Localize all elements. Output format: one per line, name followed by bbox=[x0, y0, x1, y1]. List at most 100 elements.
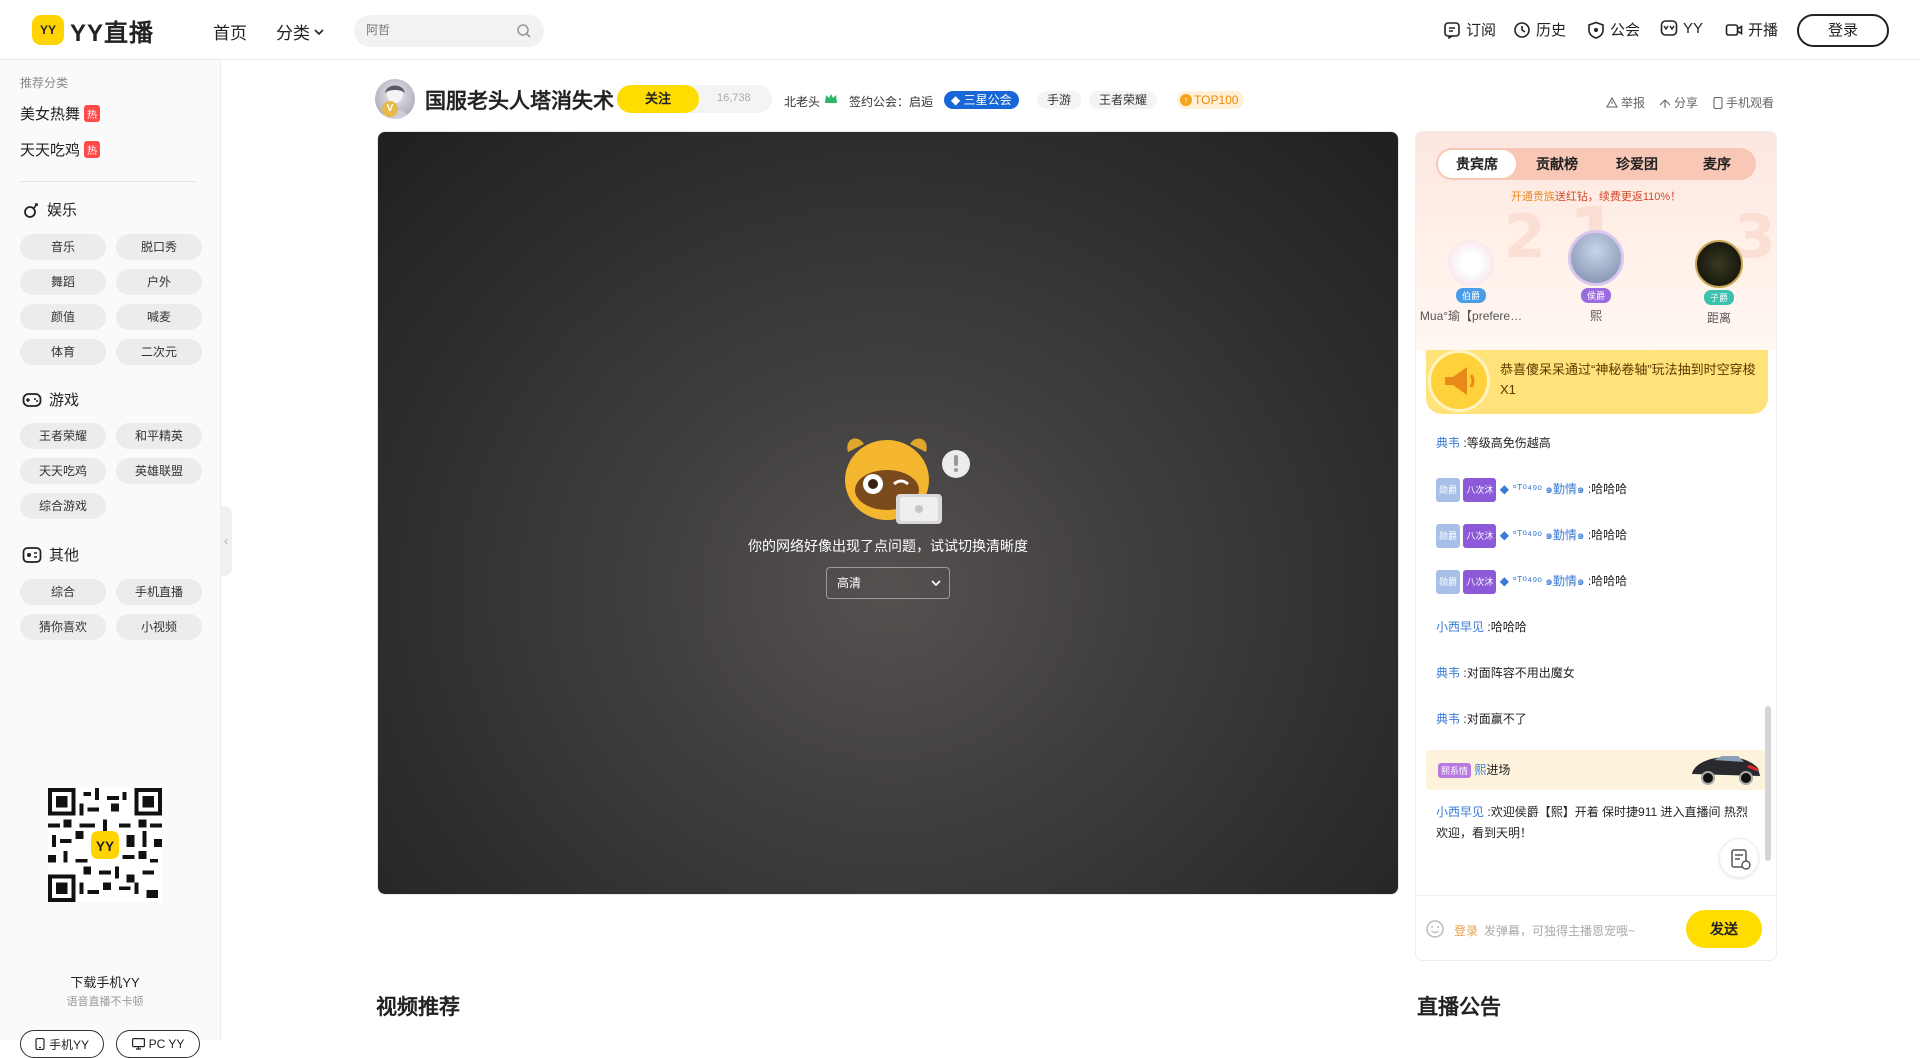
chat-input-placeholder[interactable]: 发弹幕，可独得主播恩宠哦~ bbox=[1484, 922, 1635, 939]
chat-nickname[interactable]: 小西早见 bbox=[1436, 620, 1484, 634]
tab-contribution[interactable]: 贡献榜 bbox=[1518, 148, 1596, 180]
category-chip[interactable]: 颜值 bbox=[20, 304, 106, 330]
category-chip[interactable]: 天天吃鸡 bbox=[20, 458, 106, 484]
search-input[interactable] bbox=[366, 23, 506, 37]
vip-avatar bbox=[1568, 230, 1624, 286]
download-mobile-button[interactable]: 手机YY bbox=[20, 1030, 104, 1058]
category-chip[interactable]: 综合游戏 bbox=[20, 493, 106, 519]
follow-button[interactable]: 关注 bbox=[617, 85, 699, 113]
category-chip[interactable]: 王者荣耀 bbox=[20, 423, 106, 449]
category-chip[interactable]: 二次元 bbox=[116, 339, 202, 365]
video-area[interactable]: 你的网络好像出现了点问题，试试切换清晰度 高清 bbox=[378, 132, 1398, 894]
emoji-icon[interactable] bbox=[1425, 919, 1445, 939]
send-button[interactable]: 发送 bbox=[1686, 910, 1762, 948]
hot-badge: 热 bbox=[84, 141, 101, 158]
category-chip[interactable]: 舞蹈 bbox=[20, 269, 106, 295]
sidebar-hot-item[interactable]: 天天吃鸡 热 bbox=[20, 139, 101, 160]
tab-fan-club[interactable]: 珍爱团 bbox=[1598, 148, 1676, 180]
sidebar-section-title: 其他 bbox=[49, 547, 80, 564]
vip-seat[interactable]: 子爵 距离 bbox=[1664, 240, 1774, 326]
category-chip[interactable]: 综合 bbox=[20, 579, 106, 605]
rank-badge[interactable]: ↑ TOP100 bbox=[1177, 91, 1245, 109]
nav-subscribe[interactable]: 订阅 bbox=[1443, 19, 1496, 40]
room-title: 国服老头人塔消失术 bbox=[425, 90, 614, 113]
enter-nickname[interactable]: 熙 bbox=[1474, 763, 1486, 777]
vip-avatar bbox=[1695, 240, 1743, 288]
category-chip[interactable]: 猜你喜欢 bbox=[20, 614, 106, 640]
share-link[interactable]: 分享 bbox=[1659, 94, 1698, 111]
room-tag[interactable]: 王者荣耀 bbox=[1089, 91, 1158, 109]
category-chip[interactable]: 小视频 bbox=[116, 614, 202, 640]
nav-guild[interactable]: 公会 bbox=[1587, 19, 1640, 40]
nav-yy[interactable]: YY bbox=[1660, 19, 1703, 37]
nav-subscribe-label: 订阅 bbox=[1466, 22, 1497, 39]
filter-icon bbox=[1731, 849, 1751, 870]
mobile-watch-link[interactable]: 手机观看 bbox=[1713, 94, 1774, 111]
chat-nickname[interactable]: 典韦 bbox=[1436, 712, 1460, 726]
sidebar-section-games: 游戏 bbox=[22, 389, 79, 410]
category-chip[interactable]: 和平精英 bbox=[116, 423, 202, 449]
nav-history[interactable]: 历史 bbox=[1513, 19, 1566, 40]
chat-message: 典韦 :对面阵容不用出魔女 bbox=[1436, 666, 1575, 680]
chat-nickname[interactable]: °ᵀ⁰⁴⁹ᵒ ๑勤情๑ bbox=[1512, 482, 1584, 496]
nav-home[interactable]: 首页 bbox=[213, 19, 247, 44]
chat-text: 哈哈哈 bbox=[1591, 482, 1628, 497]
sidebar-hot-label: 天天吃鸡 bbox=[20, 142, 81, 159]
tab-mic-queue[interactable]: 麦序 bbox=[1678, 148, 1756, 180]
category-chip[interactable]: 手机直播 bbox=[116, 579, 202, 605]
chat-input-row: 登录 发弹幕，可独得主播恩宠哦~ 发送 bbox=[1416, 895, 1776, 960]
sidebar-hot-item[interactable]: 美女热舞 热 bbox=[20, 103, 101, 124]
nav-broadcast[interactable]: 开播 bbox=[1725, 19, 1778, 40]
chat-scrollbar[interactable] bbox=[1765, 706, 1771, 861]
download-qr-code: YY bbox=[48, 788, 162, 902]
chat-nickname[interactable]: 典韦 bbox=[1436, 666, 1460, 680]
search-box[interactable] bbox=[354, 15, 544, 47]
category-chip[interactable]: 脱口秀 bbox=[116, 234, 202, 260]
chat-nickname[interactable]: 典韦 bbox=[1436, 436, 1460, 450]
category-chip[interactable]: 户外 bbox=[116, 269, 202, 295]
top-header: YY YY直播 首页 分类 订阅 历史 公会 YY 开播 登录 bbox=[0, 0, 1920, 60]
qr-subtitle: 语音直播不卡顿 bbox=[66, 996, 144, 1008]
nav-category[interactable]: 分类 bbox=[276, 19, 324, 44]
guild-label: 签约公会：启逅 bbox=[849, 95, 934, 109]
sidebar: 推荐分类 美女热舞 热 天天吃鸡 热 娱乐 音乐 脱口秀 舞蹈 户外 颜值 喊麦… bbox=[0, 60, 221, 1058]
follower-count: 16,738 bbox=[717, 92, 751, 104]
room-tag[interactable]: 手游 bbox=[1037, 91, 1082, 109]
video-recommend-title: 视频推荐 bbox=[376, 996, 460, 1019]
report-link[interactable]: 举报 bbox=[1606, 94, 1645, 111]
video-player[interactable]: 你的网络好像出现了点问题，试试切换清晰度 高清 AR 进阶 换色 bbox=[377, 131, 1399, 895]
yy-icon bbox=[1660, 20, 1678, 36]
camera-icon bbox=[1725, 23, 1743, 36]
chat-nickname[interactable]: °ᵀ⁰⁴⁹ᵒ ๑勤情๑ bbox=[1512, 528, 1584, 542]
quality-select[interactable]: 高清 bbox=[826, 567, 950, 599]
chat-nickname[interactable]: °ᵀ⁰⁴⁹ᵒ ๑勤情๑ bbox=[1512, 574, 1584, 588]
sidebar-collapse-handle[interactable]: ‹ bbox=[220, 506, 232, 576]
anchor-name[interactable]: 北老头 bbox=[784, 93, 820, 110]
vip-name: 距离 bbox=[1706, 311, 1731, 325]
chat-nickname[interactable]: 小西早见 bbox=[1436, 805, 1484, 819]
enter-text-row: 熙系情 熙进场 bbox=[1438, 761, 1510, 779]
share-label: 分享 bbox=[1674, 96, 1699, 110]
login-button[interactable]: 登录 bbox=[1797, 14, 1889, 47]
chat-filter-button[interactable] bbox=[1719, 838, 1759, 878]
category-chip[interactable]: 音乐 bbox=[20, 234, 106, 260]
logo-mark: YY bbox=[32, 15, 64, 45]
chat-login-link[interactable]: 登录 bbox=[1454, 922, 1478, 939]
category-chip[interactable]: 英雄联盟 bbox=[116, 458, 202, 484]
vip-seat[interactable]: 伯爵 Mua°瑜【prefere… bbox=[1416, 240, 1526, 324]
vip-enter-card: 熙系情 熙进场 bbox=[1426, 750, 1766, 790]
hot-badge: 热 bbox=[84, 105, 101, 122]
download-pc-button[interactable]: PC YY bbox=[116, 1030, 200, 1058]
chat-message: 勋爵 八次沐 ◆ °ᵀ⁰⁴⁹ᵒ ๑勤情๑ :哈哈哈 bbox=[1436, 524, 1756, 548]
category-chip[interactable]: 喊麦 bbox=[116, 304, 202, 330]
fan-club-badge: 八次沐 bbox=[1463, 570, 1497, 594]
nav-category-label: 分类 bbox=[276, 24, 310, 43]
sidebar-section-title: 娱乐 bbox=[47, 202, 78, 219]
category-chip[interactable]: 体育 bbox=[20, 339, 106, 365]
nav-yy-label: YY bbox=[1683, 19, 1704, 37]
search-icon[interactable] bbox=[516, 23, 532, 39]
yy-logo[interactable]: YY YY直播 bbox=[32, 14, 154, 47]
vip-seat[interactable]: 侯爵 熙 bbox=[1541, 230, 1651, 324]
guild-tag[interactable]: ◆ 三星公会 bbox=[944, 91, 1019, 109]
tab-vip-seats[interactable]: 贵宾席 bbox=[1438, 150, 1516, 178]
